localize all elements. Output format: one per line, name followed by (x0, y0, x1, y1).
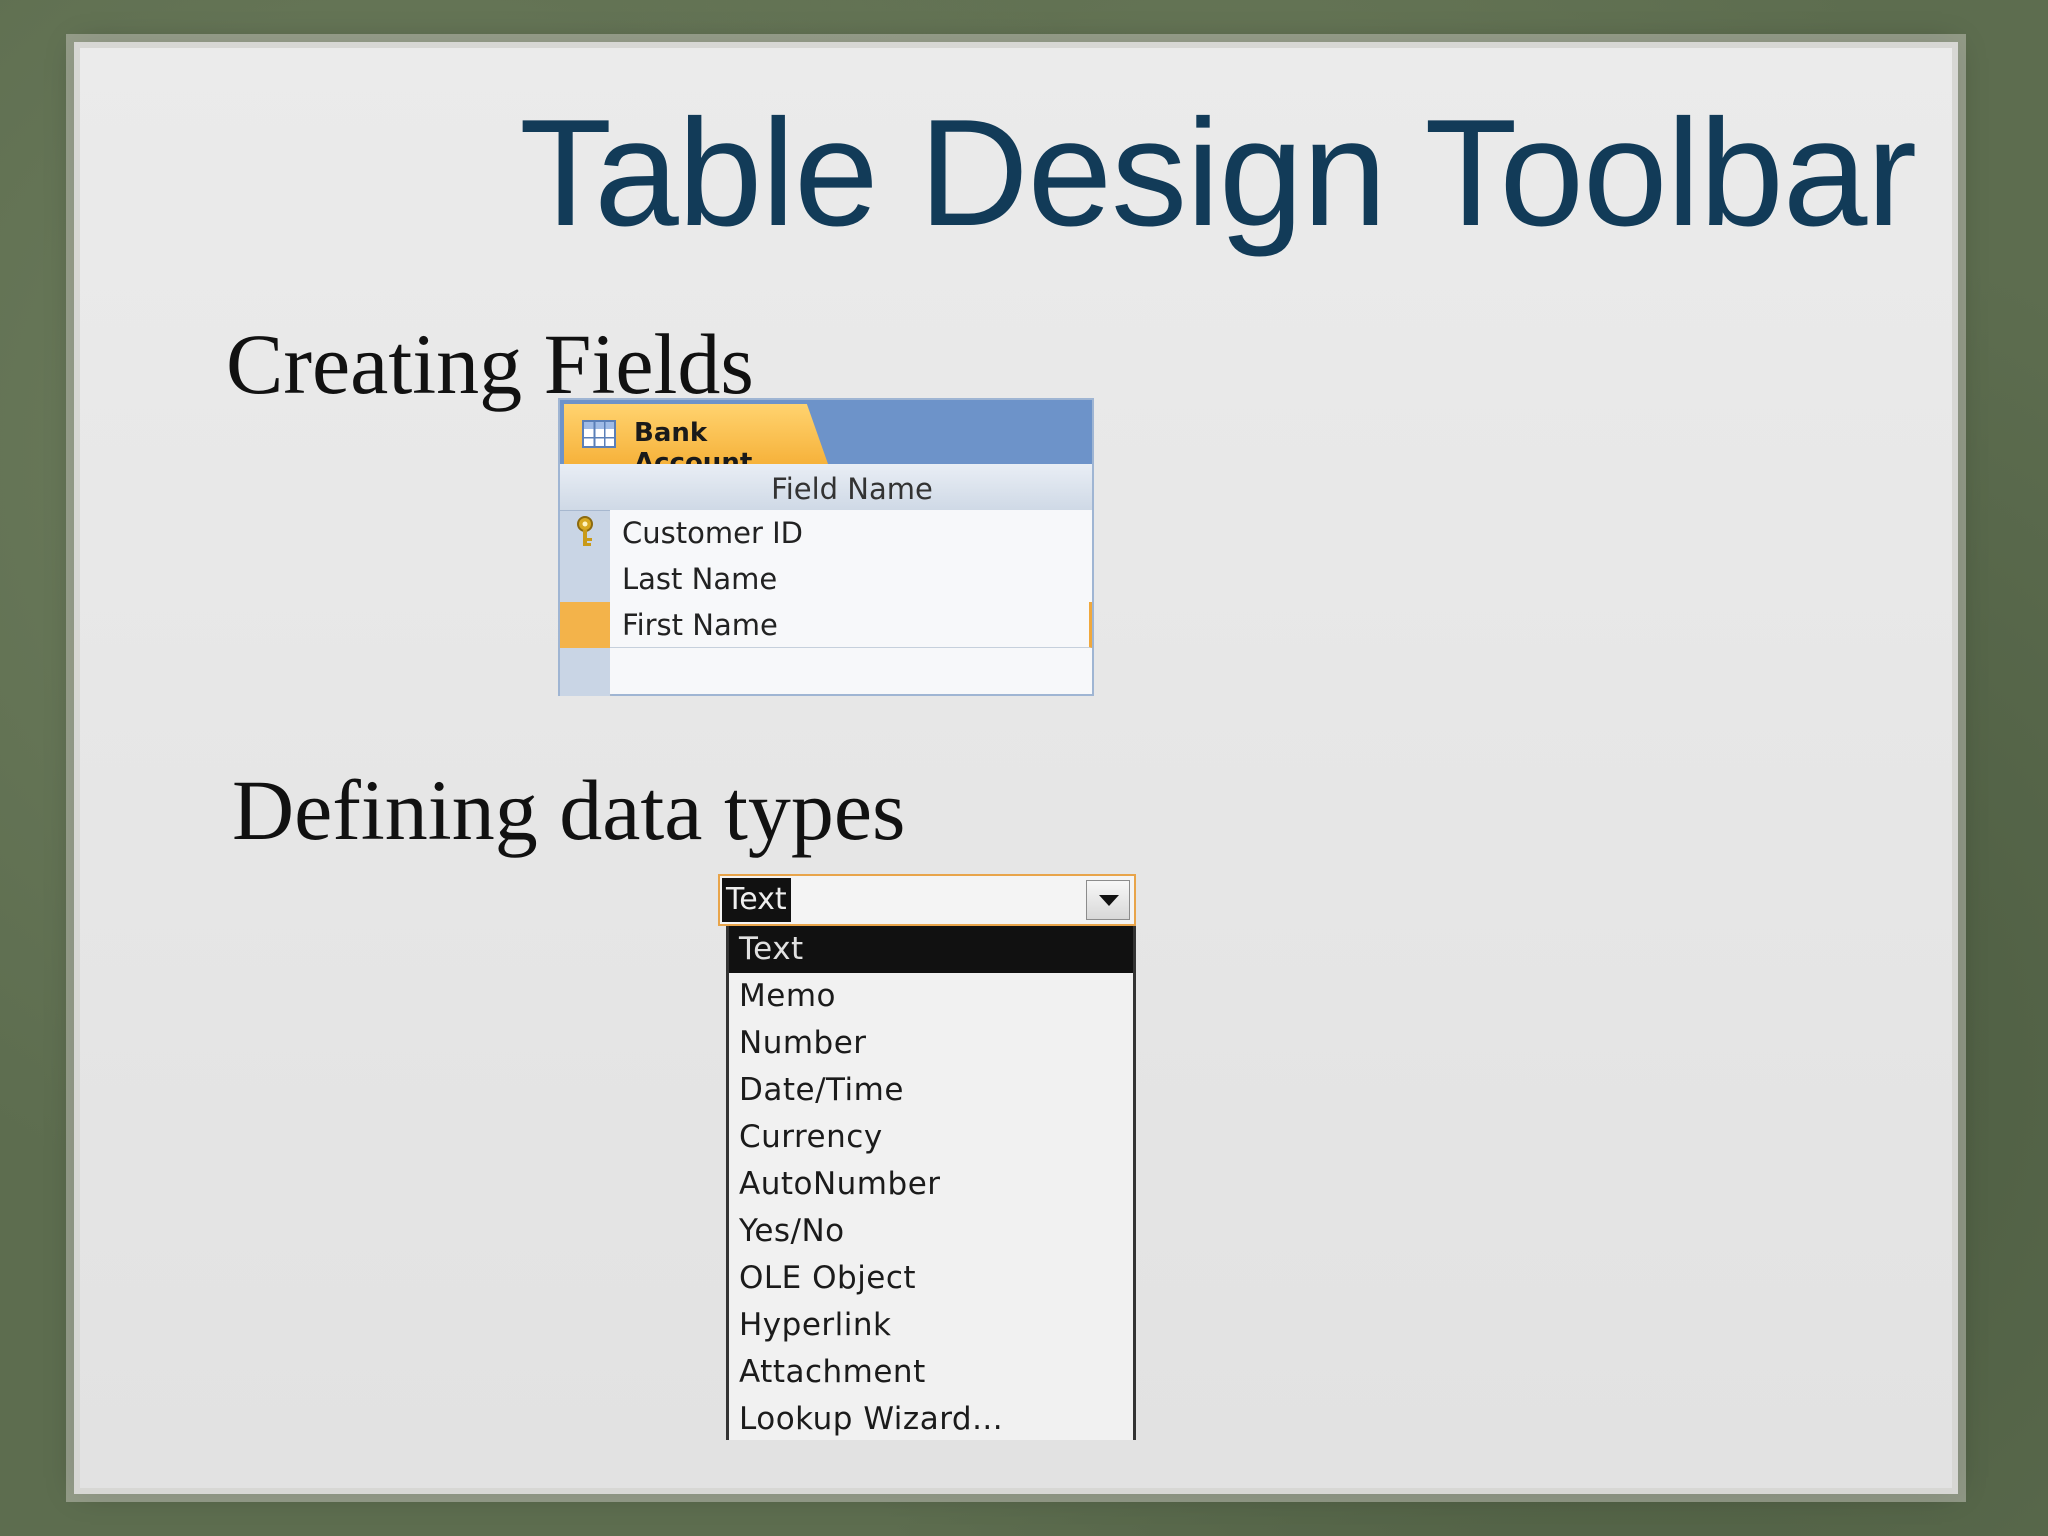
option-memo[interactable]: Memo (729, 973, 1133, 1020)
slide-title: Table Design Toolbar (519, 88, 1917, 258)
option-hyperlink[interactable]: Hyperlink (729, 1302, 1133, 1349)
option-ole-object[interactable]: OLE Object (729, 1255, 1133, 1302)
data-type-current-value: Text (722, 878, 791, 922)
option-text[interactable]: Text (729, 926, 1133, 973)
option-attachment[interactable]: Attachment (729, 1349, 1133, 1396)
data-type-select[interactable]: Text (718, 874, 1136, 926)
data-type-options-list: Text Memo Number Date/Time Currency Auto… (726, 926, 1136, 1440)
row-selector[interactable] (560, 648, 610, 694)
chevron-down-icon[interactable] (1086, 880, 1130, 920)
option-yes-no[interactable]: Yes/No (729, 1208, 1133, 1255)
table-icon (582, 420, 616, 448)
option-autonumber[interactable]: AutoNumber (729, 1161, 1133, 1208)
table-tab-strip: Bank Account (560, 400, 1092, 464)
option-date-time[interactable]: Date/Time (729, 1067, 1133, 1114)
column-header: Field Name (560, 464, 1092, 511)
table-row[interactable]: Customer ID (610, 510, 1092, 557)
table-row-selected[interactable]: First Name (610, 602, 1092, 648)
column-header-label: Field Name (771, 472, 933, 506)
table-design-grid: Bank Account Field Name Customer ID Last… (558, 398, 1094, 696)
row-selector[interactable] (560, 556, 610, 602)
row-selector[interactable] (560, 510, 610, 556)
option-number[interactable]: Number (729, 1020, 1133, 1067)
heading-defining-data-types: Defining data types (232, 762, 906, 858)
table-row[interactable] (610, 648, 1092, 694)
table-tab[interactable]: Bank Account (564, 404, 828, 464)
option-currency[interactable]: Currency (729, 1114, 1133, 1161)
table-row[interactable]: Last Name (610, 556, 1092, 603)
field-name-cell: First Name (622, 608, 778, 642)
field-name-cell: Customer ID (622, 516, 803, 550)
option-lookup-wizard[interactable]: Lookup Wizard... (729, 1396, 1133, 1443)
primary-key-icon (577, 516, 593, 546)
row-selector-active[interactable] (560, 602, 610, 648)
field-name-cell: Last Name (622, 562, 778, 596)
